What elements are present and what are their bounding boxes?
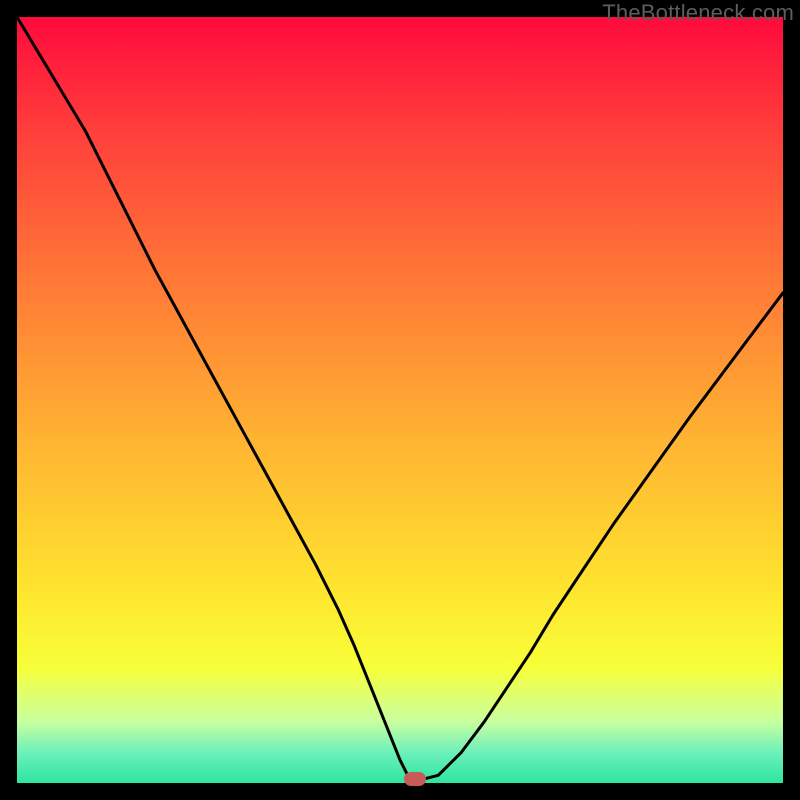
plot-area <box>17 17 783 783</box>
minimum-marker <box>404 772 426 786</box>
chart-frame: TheBottleneck.com <box>0 0 800 800</box>
curve-path <box>17 17 783 779</box>
watermark-text: TheBottleneck.com <box>602 0 794 26</box>
bottleneck-curve <box>17 17 783 783</box>
